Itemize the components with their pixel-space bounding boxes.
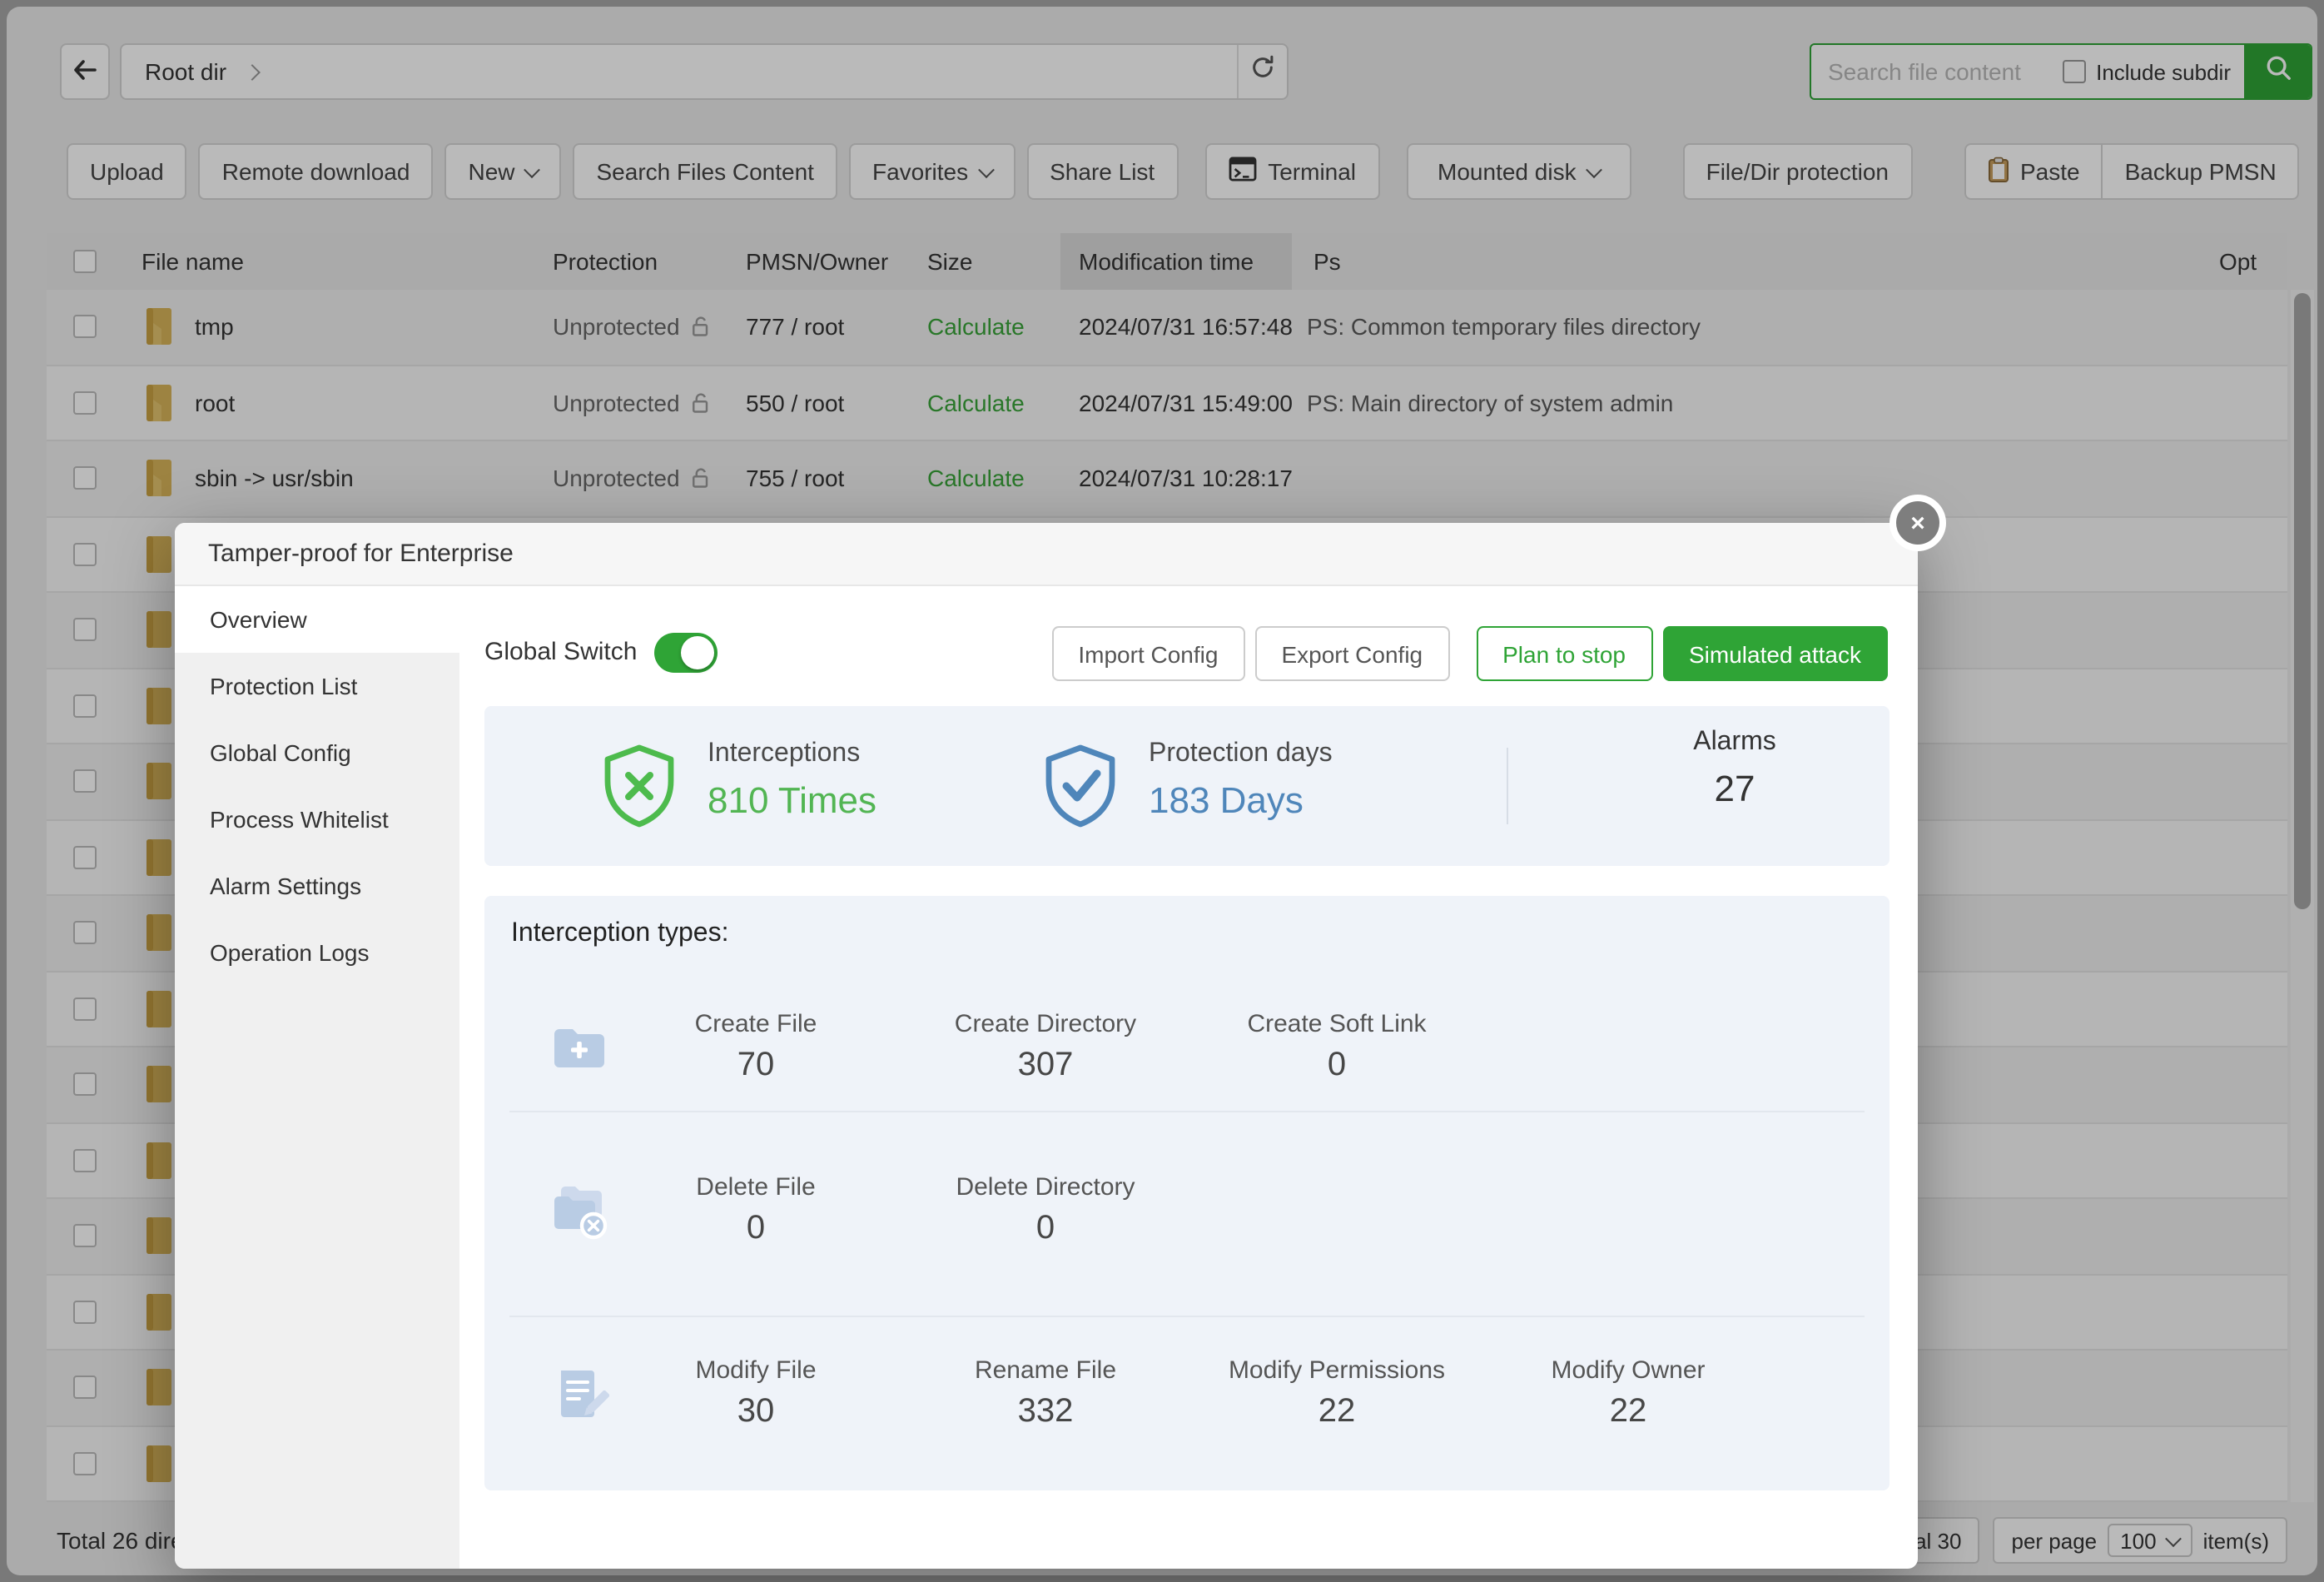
tamper-proof-modal: Tamper-proof for Enterprise × Overview P… [175,523,1918,1569]
modal-title: Tamper-proof for Enterprise [208,523,514,586]
modal-sidebar: Overview Protection List Global Config P… [175,586,459,1569]
modify-types-row: Modify File30 Rename File332 Modify Perm… [484,1319,1889,1469]
modal-header: Tamper-proof for Enterprise [175,523,1918,586]
shield-x-icon [594,741,684,831]
global-switch-label: Global Switch [484,633,637,673]
sidebar-item-process-whitelist[interactable]: Process Whitelist [175,786,459,853]
global-switch-toggle[interactable] [654,633,718,673]
sidebar-item-global-config[interactable]: Global Config [175,719,459,786]
folder-plus-icon [549,1017,609,1077]
interceptions-stat: Interceptions 810 Times [708,739,876,823]
type-stat: Delete Directory0 [921,1173,1170,1248]
interception-types-panel: Interception types: Create File70 Create… [484,896,1889,1490]
import-config-button[interactable]: Import Config [1051,626,1244,681]
export-config-button[interactable]: Export Config [1254,626,1449,681]
interception-types-heading: Interception types: [511,919,729,949]
type-stat: Delete File0 [631,1173,881,1248]
sidebar-item-overview[interactable]: Overview [175,586,459,653]
type-stat: Create File70 [631,1010,881,1085]
divider [509,1111,1865,1112]
type-stat: Create Directory307 [921,1010,1170,1085]
sidebar-item-alarm-settings[interactable]: Alarm Settings [175,853,459,919]
modal-main: Global Switch Import Config Export Confi… [459,586,1918,1569]
plan-to-stop-button[interactable]: Plan to stop [1476,626,1652,681]
shield-check-icon [1035,741,1125,831]
type-stat: Modify Owner22 [1503,1356,1753,1431]
create-types-row: Create File70 Create Directory307 Create… [484,973,1889,1122]
close-icon: × [1910,509,1925,537]
type-stat: Modify Permissions22 [1212,1356,1462,1431]
sidebar-item-protection-list[interactable]: Protection List [175,653,459,719]
folder-delete-icon [549,1181,609,1241]
close-button[interactable]: × [1889,495,1946,551]
divider [509,1316,1865,1317]
type-stat: Rename File332 [921,1356,1170,1431]
alarms-stat: Alarms 27 [1601,728,1868,811]
type-stat: Modify File30 [631,1356,881,1431]
type-stat: Create Soft Link0 [1212,1010,1462,1085]
sidebar-item-operation-logs[interactable]: Operation Logs [175,919,459,986]
delete-types-row: Delete File0 Delete Directory0 [484,1136,1889,1286]
document-edit-icon [549,1364,609,1424]
simulated-attack-button[interactable]: Simulated attack [1662,626,1888,681]
stats-panel: Interceptions 810 Times Protection days … [484,706,1889,866]
protection-days-stat: Protection days 183 Days [1149,739,1333,823]
stats-divider [1507,748,1508,824]
